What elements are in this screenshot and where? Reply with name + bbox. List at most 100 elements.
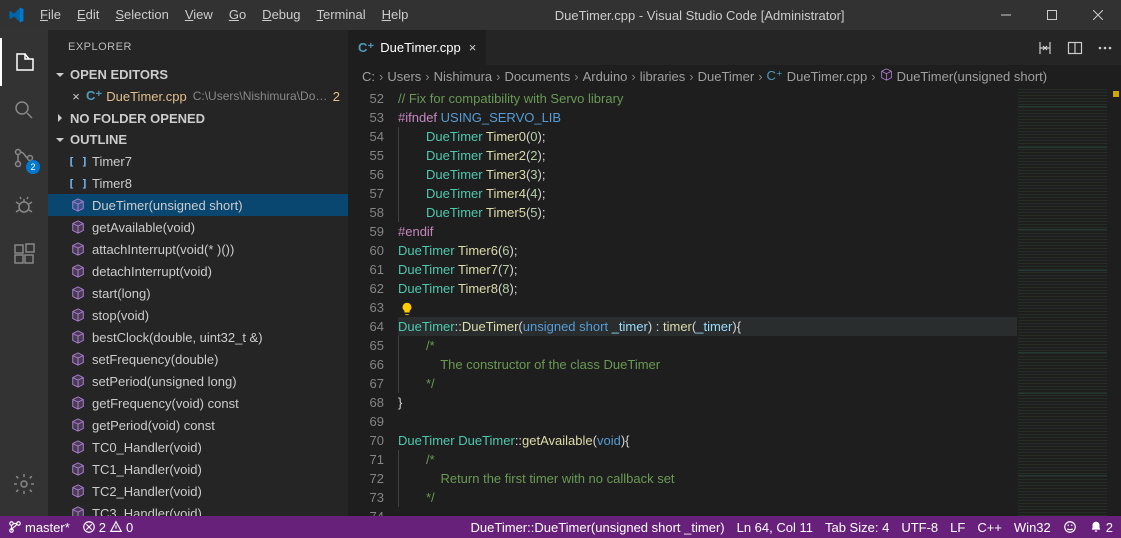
outline-item[interactable]: setFrequency(double) (48, 348, 348, 370)
open-editor-filename: DueTimer.cpp (106, 89, 186, 104)
minimize-button[interactable] (983, 0, 1029, 30)
breadcrumb-segment[interactable]: Users (387, 69, 421, 84)
breadcrumb-separator: › (379, 69, 383, 84)
breadcrumb-segment[interactable]: DueTimer (698, 69, 755, 84)
lightbulb-icon[interactable] (398, 300, 414, 315)
chevron-down-icon (52, 67, 68, 83)
variable-icon: [ ] (70, 175, 86, 191)
outline-item[interactable]: stop(void) (48, 304, 348, 326)
menu-go[interactable]: Go (221, 0, 254, 30)
close-editor-icon[interactable]: × (68, 89, 84, 104)
split-editor-icon[interactable] (1067, 40, 1083, 56)
breadcrumb-segment[interactable]: libraries (640, 69, 686, 84)
outline-item-label: setFrequency(double) (92, 352, 218, 367)
status-context[interactable]: DueTimer::DueTimer(unsigned short _timer… (471, 520, 725, 535)
breadcrumb-separator: › (631, 69, 635, 84)
outline-section[interactable]: OUTLINE (48, 129, 348, 151)
code-area[interactable]: 5253545556575859606162636465666768697071… (348, 87, 1121, 516)
breadcrumb-segment[interactable]: Documents (505, 69, 571, 84)
outline-item[interactable]: detachInterrupt(void) (48, 260, 348, 282)
menu-view[interactable]: View (177, 0, 221, 30)
maximize-button[interactable] (1029, 0, 1075, 30)
menu-selection[interactable]: Selection (107, 0, 176, 30)
outline-item-label: TC3_Handler(void) (92, 506, 202, 516)
method-icon (70, 439, 86, 455)
method-icon (70, 373, 86, 389)
method-icon (70, 285, 86, 301)
status-eol[interactable]: LF (950, 520, 965, 535)
code-content[interactable]: // Fix for compatibility with Servo libr… (398, 87, 1017, 516)
overview-ruler[interactable] (1107, 87, 1121, 516)
outline-item[interactable]: TC2_Handler(void) (48, 480, 348, 502)
open-editor-path: C:\Users\Nishimura\Doc... (193, 89, 329, 103)
cpp-file-icon: C⁺ (86, 88, 102, 104)
status-encoding[interactable]: UTF-8 (901, 520, 938, 535)
method-icon (70, 483, 86, 499)
open-editor-item[interactable]: × C⁺ DueTimer.cpp C:\Users\Nishimura\Doc… (48, 86, 348, 108)
settings-gear-icon[interactable] (0, 460, 48, 508)
status-notifications[interactable]: 2 (1089, 520, 1113, 535)
explorer-header: EXPLORER (48, 30, 348, 64)
search-view-icon[interactable] (0, 86, 48, 134)
scm-view-icon[interactable]: 2 (0, 134, 48, 182)
breadcrumb-segment[interactable]: Nishimura (434, 69, 493, 84)
breadcrumb-segment[interactable]: DueTimer.cpp (787, 69, 867, 84)
cpp-file-icon: C⁺ (767, 68, 783, 84)
outline-item[interactable]: DueTimer(unsigned short) (48, 194, 348, 216)
window-title: DueTimer.cpp - Visual Studio Code [Admin… (416, 8, 983, 23)
menu-terminal[interactable]: Terminal (308, 0, 373, 30)
outline-item[interactable]: start(long) (48, 282, 348, 304)
method-icon (70, 197, 86, 213)
method-icon (70, 351, 86, 367)
extensions-view-icon[interactable] (0, 230, 48, 278)
method-icon (70, 505, 86, 516)
outline-item[interactable]: [ ]Timer7 (48, 150, 348, 172)
outline-item[interactable]: getFrequency(void) const (48, 392, 348, 414)
outline-list: [ ]Timer7[ ]Timer8DueTimer(unsigned shor… (48, 150, 348, 516)
breadcrumb-segment[interactable]: Arduino (583, 69, 628, 84)
outline-item-label: stop(void) (92, 308, 149, 323)
outline-item[interactable]: bestClock(double, uint32_t &) (48, 326, 348, 348)
no-folder-section[interactable]: NO FOLDER OPENED (48, 107, 348, 129)
outline-item[interactable]: setPeriod(unsigned long) (48, 370, 348, 392)
minimap[interactable] (1017, 87, 1107, 516)
open-editors-section[interactable]: OPEN EDITORS (48, 64, 348, 86)
outline-item[interactable]: [ ]Timer8 (48, 172, 348, 194)
outline-item-label: setPeriod(unsigned long) (92, 374, 237, 389)
status-language[interactable]: C++ (977, 520, 1002, 535)
breadcrumb-segment[interactable]: C: (362, 69, 375, 84)
menu-edit[interactable]: Edit (69, 0, 107, 30)
debug-view-icon[interactable] (0, 182, 48, 230)
status-problems[interactable]: 2 0 (82, 520, 133, 535)
cpp-file-icon: C⁺ (358, 40, 374, 56)
outline-item[interactable]: attachInterrupt(void(* )()) (48, 238, 348, 260)
method-icon (70, 417, 86, 433)
activity-bar: 2 (0, 30, 48, 516)
menu-file[interactable]: File (32, 0, 69, 30)
editor-tab[interactable]: C⁺ DueTimer.cpp × (348, 30, 487, 65)
menu-debug[interactable]: Debug (254, 0, 308, 30)
outline-item[interactable]: getPeriod(void) const (48, 414, 348, 436)
status-tabsize[interactable]: Tab Size: 4 (825, 520, 889, 535)
close-button[interactable] (1075, 0, 1121, 30)
status-cursor-pos[interactable]: Ln 64, Col 11 (737, 520, 813, 535)
outline-item-label: detachInterrupt(void) (92, 264, 212, 279)
open-editor-dirty: 2 (333, 89, 340, 104)
outline-item[interactable]: getAvailable(void) (48, 216, 348, 238)
outline-item[interactable]: TC0_Handler(void) (48, 436, 348, 458)
tab-close-icon[interactable]: × (469, 40, 477, 55)
status-feedback[interactable] (1063, 520, 1077, 534)
menu-help[interactable]: Help (374, 0, 417, 30)
compare-changes-icon[interactable] (1037, 40, 1053, 56)
more-actions-icon[interactable] (1097, 40, 1113, 56)
breadcrumb[interactable]: C:›Users›Nishimura›Documents›Arduino›lib… (348, 65, 1121, 87)
title-bar: FileEditSelectionViewGoDebugTerminalHelp… (0, 0, 1121, 30)
method-icon (70, 329, 86, 345)
outline-item[interactable]: TC3_Handler(void) (48, 502, 348, 516)
status-branch[interactable]: master* (8, 520, 70, 535)
explorer-view-icon[interactable] (0, 38, 48, 86)
status-platform[interactable]: Win32 (1014, 520, 1051, 535)
outline-item[interactable]: TC1_Handler(void) (48, 458, 348, 480)
method-icon (70, 307, 86, 323)
breadcrumb-segment[interactable]: DueTimer(unsigned short) (897, 69, 1048, 84)
